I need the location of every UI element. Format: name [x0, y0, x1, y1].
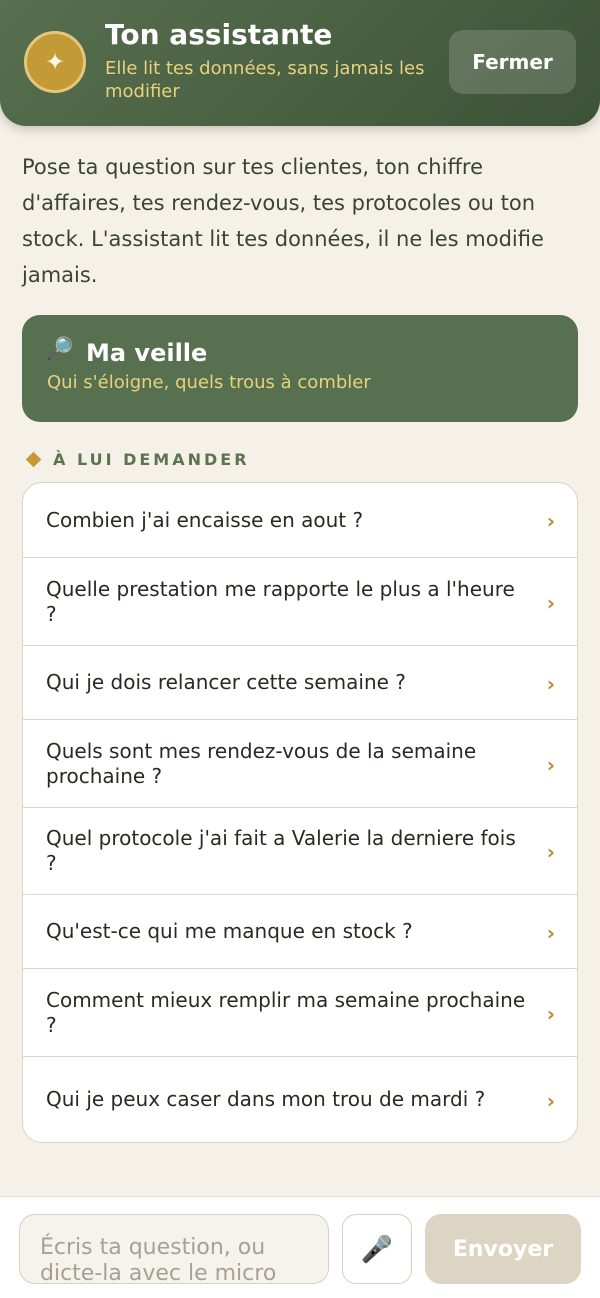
veille-title: Ma veille	[86, 339, 208, 367]
suggestion-item[interactable]: Quelle prestation me rapporte le plus a …	[23, 558, 577, 646]
suggestion-item[interactable]: Comment mieux remplir ma semaine prochai…	[23, 969, 577, 1057]
suggestion-text: Quels sont mes rendez-vous de la semaine…	[46, 738, 477, 788]
chevron-right-icon: ›	[546, 509, 555, 533]
veille-card[interactable]: 🔎 Ma veille Qui s'éloigne, quels trous à…	[22, 315, 578, 422]
suggestion-item[interactable]: Quels sont mes rendez-vous de la semaine…	[23, 720, 577, 808]
sparkle-icon: ✦	[24, 31, 86, 93]
composer-bar: 🎤 Envoyer	[0, 1196, 600, 1298]
chevron-right-icon: ›	[546, 920, 555, 945]
suggestion-item[interactable]: Qui je peux caser dans mon trou de mardi…	[23, 1057, 577, 1142]
suggestion-item[interactable]: Quel protocole j'ai fait a Valerie la de…	[23, 808, 577, 895]
diamond-icon	[25, 451, 42, 467]
chevron-right-icon: ›	[546, 590, 555, 615]
chevron-right-icon: ›	[546, 1001, 555, 1026]
suggestion-text: Quelle prestation me rapporte le plus a …	[46, 576, 515, 626]
suggestion-text: Combien j'ai encaisse en aout ?	[46, 507, 364, 532]
chevron-right-icon: ›	[546, 840, 555, 864]
veille-subtitle: Qui s'éloigne, quels trous à combler	[47, 372, 371, 393]
magnifier-icon: 🔎	[46, 337, 74, 362]
suggestion-list: Combien j'ai encaisse en aout ? › Quelle…	[22, 482, 578, 1143]
chevron-right-icon: ›	[546, 671, 555, 696]
section-header: À LUI DEMANDER	[25, 448, 250, 470]
microphone-button[interactable]: 🎤	[342, 1214, 412, 1284]
suggestion-text: Qu'est-ce qui me manque en stock ?	[46, 919, 413, 943]
question-input[interactable]	[19, 1214, 329, 1284]
close-button[interactable]: Fermer	[449, 30, 576, 94]
suggestion-text: Comment mieux remplir ma semaine prochai…	[46, 987, 526, 1037]
assistant-title: Ton assistante	[105, 18, 333, 51]
chevron-right-icon: ›	[546, 1088, 555, 1113]
suggestion-item[interactable]: Qu'est-ce qui me manque en stock ? ›	[23, 895, 577, 969]
section-label: À LUI DEMANDER	[53, 449, 250, 469]
microphone-icon: 🎤	[360, 1233, 394, 1264]
intro-text: Pose ta question sur tes clientes, ton c…	[22, 155, 544, 287]
suggestion-text: Qui je peux caser dans mon trou de mardi…	[46, 1087, 486, 1111]
suggestion-text: Qui je dois relancer cette semaine ?	[46, 670, 406, 694]
suggestion-item[interactable]: Qui je dois relancer cette semaine ? ›	[23, 646, 577, 720]
suggestion-text: Quel protocole j'ai fait a Valerie la de…	[46, 826, 516, 875]
assistant-subtitle: Elle lit tes données, sans jamais les mo…	[105, 58, 425, 102]
send-button[interactable]: Envoyer	[425, 1214, 581, 1284]
chevron-right-icon: ›	[546, 752, 555, 777]
suggestion-item[interactable]: Combien j'ai encaisse en aout ? ›	[23, 483, 577, 558]
assistant-header: ✦ Ton assistante Elle lit tes données, s…	[0, 0, 600, 126]
